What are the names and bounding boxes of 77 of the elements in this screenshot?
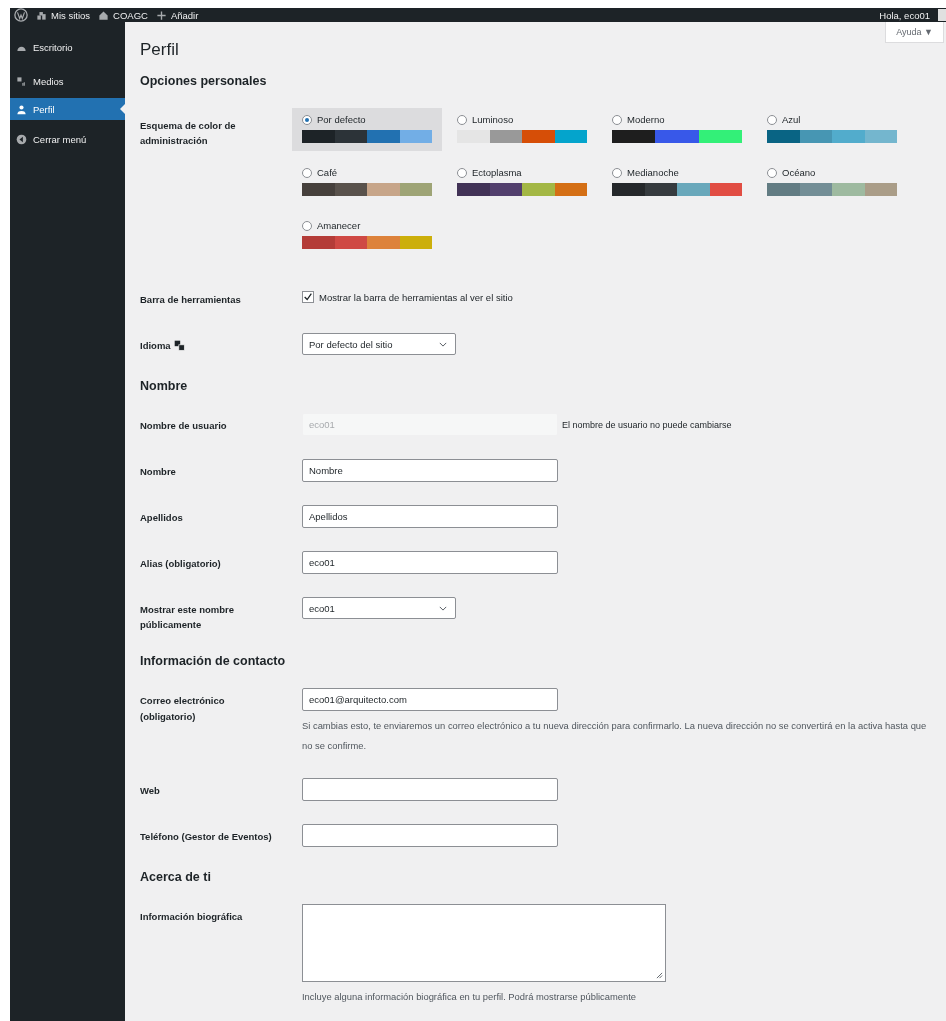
page-title: Perfil	[140, 40, 180, 60]
color-scheme-option[interactable]: Por defecto	[292, 108, 442, 151]
color-scheme-option[interactable]: Amanecer	[302, 214, 442, 257]
scheme-name: Moderno	[627, 114, 665, 125]
color-scheme-option[interactable]: Ectoplasma	[457, 161, 597, 204]
text-field[interactable]	[302, 823, 558, 847]
resize-handle-icon[interactable]	[656, 971, 663, 979]
field-note: El nombre de usuario no puede cambiarse	[562, 419, 732, 430]
radio-button[interactable]	[612, 114, 622, 125]
field-label: Apellidos	[140, 511, 183, 525]
sidebar-item[interactable]: Medios	[10, 64, 125, 98]
field-label: Nombre de usuario	[140, 419, 227, 433]
scheme-name: Amanecer	[317, 220, 361, 231]
radio-button[interactable]	[767, 114, 777, 125]
text-field[interactable]: Apellidos	[302, 505, 558, 528]
scheme-name: Ectoplasma	[472, 167, 522, 178]
radio-button[interactable]	[457, 114, 467, 125]
text-field[interactable]: Nombre	[302, 459, 558, 482]
field-label: Nombre	[140, 465, 176, 479]
checkbox[interactable]	[302, 291, 314, 303]
radio-button[interactable]	[302, 220, 312, 231]
dropdown[interactable]: eco01	[302, 597, 456, 619]
site-link[interactable]: COAGC	[98, 9, 148, 21]
section-heading: Nombre	[140, 379, 189, 393]
radio-button[interactable]	[767, 167, 777, 178]
sidebar-item[interactable]: Escritorio	[10, 30, 125, 64]
sidebar-item[interactable]: Cerrar menú	[10, 122, 125, 156]
radio-button[interactable]	[457, 167, 467, 178]
scheme-name: Luminoso	[472, 114, 514, 125]
scheme-name: Medianoche	[627, 167, 679, 178]
color-scheme-option[interactable]: Medianoche	[612, 161, 752, 204]
scheme-name: Café	[317, 167, 338, 178]
chevron-down-icon	[439, 341, 447, 347]
user-icon	[16, 103, 27, 115]
field-label: Correo electrónico (obligatorio)	[140, 694, 226, 724]
field-label: Alias (obligatorio)	[140, 557, 221, 571]
radio-button[interactable]	[302, 114, 312, 125]
scheme-name: Por defecto	[317, 114, 366, 125]
field-label: Mostrar este nombre públicamente	[140, 603, 235, 633]
field-label: Barra de herramientas	[140, 293, 241, 307]
text-field[interactable]	[302, 777, 558, 801]
section-heading: Opciones personales	[140, 74, 268, 88]
dropdown[interactable]: Por defecto del sitio	[302, 333, 456, 355]
scheme-name: Océano	[782, 167, 816, 178]
color-scheme-option[interactable]: Café	[302, 161, 442, 204]
field-label: Esquema de color de administración	[140, 119, 237, 149]
scheme-name: Azul	[782, 114, 801, 125]
field-description: Incluye alguna información biográfica en tu perfil. Podrá mostrarse públicamente	[302, 989, 638, 1004]
translation-icon	[173, 340, 185, 351]
field-description: Si cambias esto, te enviaremos un correo electrónico a tu nueva dirección para confirmarlo. La nueva dirección no se convertirá en la activa hasta que no se confirme.	[302, 719, 928, 754]
color-scheme-option[interactable]: Azul	[767, 108, 907, 151]
radio-button[interactable]	[612, 167, 622, 178]
add-new-link[interactable]: Añadir	[155, 9, 199, 21]
sidebar-item[interactable]: Perfil	[10, 98, 125, 120]
color-scheme-option[interactable]: Moderno	[612, 108, 752, 151]
chevron-down-icon	[439, 605, 447, 611]
section-heading: Información de contacto	[140, 654, 287, 669]
plus-icon	[155, 9, 167, 21]
collapse-icon	[16, 133, 27, 145]
field-label: Idioma	[140, 339, 171, 353]
wordpress-logo-icon[interactable]	[14, 8, 28, 22]
media-icon	[16, 75, 27, 87]
color-scheme-option[interactable]: Océano	[767, 161, 907, 204]
sites-icon	[36, 9, 47, 21]
section-heading: Acerca de ti	[140, 869, 212, 884]
radio-button[interactable]	[302, 167, 312, 178]
account-link[interactable]: Hola, eco01	[879, 9, 930, 21]
help-button[interactable]: Ayuda ▼	[885, 22, 944, 43]
field-label: Web	[140, 783, 160, 798]
text-field[interactable]: eco01	[302, 551, 558, 574]
field-label: Información biográfica	[140, 909, 243, 924]
checkbox-label: Mostrar la barra de herramientas al ver el sitio	[319, 291, 513, 303]
text-field[interactable]: eco01@arquitecto.com	[302, 688, 558, 712]
textarea-field[interactable]	[302, 903, 666, 982]
color-scheme-option[interactable]: Luminoso	[457, 108, 597, 151]
my-sites-link[interactable]: Mis sitios	[36, 9, 91, 21]
field-label: Teléfono (Gestor de Eventos)	[140, 829, 272, 844]
